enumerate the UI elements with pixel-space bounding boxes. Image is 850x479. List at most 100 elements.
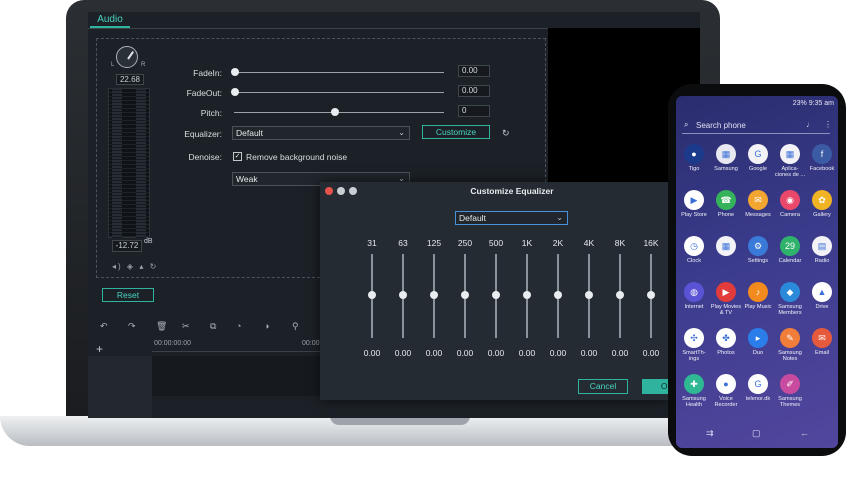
app-folder[interactable]: ▦ bbox=[710, 236, 742, 258]
speaker-icon[interactable]: ◂) bbox=[112, 262, 123, 271]
delete-icon[interactable]: 🗑 bbox=[156, 321, 167, 332]
internet-icon: ◍ bbox=[684, 282, 704, 302]
volume-knob[interactable] bbox=[116, 46, 138, 68]
equalizer-reset-icon[interactable]: ↻ bbox=[502, 128, 510, 139]
eq-band-thumb[interactable] bbox=[461, 291, 469, 299]
eq-band-thumb[interactable] bbox=[616, 291, 624, 299]
more-icon[interactable]: ⋮ bbox=[824, 120, 832, 129]
add-track-icon[interactable]: + bbox=[96, 342, 103, 356]
eq-band-freq: 63 bbox=[398, 238, 408, 248]
app-label: Google bbox=[748, 166, 768, 172]
volume-bottom-value[interactable]: -12.72 bbox=[112, 240, 142, 252]
back-icon[interactable]: ← bbox=[800, 428, 809, 438]
app-voice-recorder[interactable]: ● Voice Recorder bbox=[710, 374, 742, 409]
app-settings[interactable]: ⚙ Settings bbox=[742, 236, 774, 264]
pitch-value[interactable]: 0 bbox=[458, 105, 490, 117]
eq-band-thumb[interactable] bbox=[430, 291, 438, 299]
app-label: Voice Recorder bbox=[714, 396, 738, 409]
drive-icon: ▲ bbox=[812, 282, 832, 302]
eq-band-value: 0.00 bbox=[363, 348, 381, 358]
app-samsung-notes[interactable]: ✎ Samsung Notes bbox=[774, 328, 806, 363]
color-icon[interactable]: ◑ bbox=[264, 321, 269, 331]
phone-icon: ☎ bbox=[716, 190, 736, 210]
volume-top-value[interactable]: 22.68 bbox=[116, 74, 144, 85]
app-label: Drive bbox=[815, 304, 829, 310]
eq-band-thumb[interactable] bbox=[492, 291, 500, 299]
pitch-slider-thumb[interactable] bbox=[331, 108, 339, 116]
app-calendar[interactable]: 29 Calendar bbox=[774, 236, 806, 264]
fadeout-value[interactable]: 0.00 bbox=[458, 85, 490, 97]
app-google-folder[interactable]: G Google bbox=[742, 144, 774, 172]
denoise-checkbox[interactable]: ✓ bbox=[233, 152, 242, 161]
app-camera[interactable]: ◉ Camera bbox=[774, 190, 806, 218]
app-play-music[interactable]: ♪ Play Music bbox=[742, 282, 774, 310]
cut-icon[interactable]: ✂ bbox=[182, 321, 190, 332]
eq-band-thumb[interactable] bbox=[585, 291, 593, 299]
fadein-slider[interactable] bbox=[234, 72, 444, 73]
eq-band-freq: 1K bbox=[521, 238, 533, 248]
waveform-icon[interactable]: ▴ bbox=[139, 262, 145, 271]
app-drive[interactable]: ▲ Drive bbox=[806, 282, 838, 310]
app-clock[interactable]: ◷ Clock bbox=[678, 236, 710, 264]
app-radio[interactable]: ▤ Radio bbox=[806, 236, 838, 264]
eq-band-thumb[interactable] bbox=[647, 291, 655, 299]
eq-band-thumb[interactable] bbox=[554, 291, 562, 299]
app-play-movies[interactable]: ▶ Play Movies & TV bbox=[710, 282, 742, 317]
app-label: telenor.dk bbox=[745, 396, 771, 402]
app-internet[interactable]: ◍ Internet bbox=[678, 282, 710, 310]
fadeout-slider-thumb[interactable] bbox=[231, 88, 239, 96]
customize-button[interactable]: Customize bbox=[422, 125, 490, 139]
equalizer-select[interactable]: Default ⌄ bbox=[232, 126, 410, 140]
app-samsung-health[interactable]: ✚ Samsung Health bbox=[678, 374, 710, 409]
speed-icon[interactable]: ◔ bbox=[236, 321, 241, 331]
eq-band-freq: 250 bbox=[457, 238, 473, 248]
fadein-value[interactable]: 0.00 bbox=[458, 65, 490, 77]
calendar-icon: 29 bbox=[780, 236, 800, 256]
recents-icon[interactable]: ⇉ bbox=[706, 428, 714, 439]
eq-preset-select[interactable]: Default ⌄ bbox=[455, 211, 568, 225]
eq-band-freq: 16K bbox=[643, 238, 659, 248]
app-gallery[interactable]: ✿ Gallery bbox=[806, 190, 838, 218]
app-email[interactable]: ✉ Email bbox=[806, 328, 838, 356]
app-messages[interactable]: ✉ Messages bbox=[742, 190, 774, 218]
settings-icon: ⚙ bbox=[748, 236, 768, 256]
mic-icon[interactable]: ♩ bbox=[806, 120, 814, 129]
target-icon[interactable]: ◈ bbox=[127, 262, 135, 271]
eq-band: 2K 0.00 bbox=[543, 238, 573, 358]
tab-audio[interactable]: Audio bbox=[90, 14, 130, 28]
reset-icon[interactable]: ↻ bbox=[150, 262, 159, 271]
app-tigo[interactable]: ● Tigo bbox=[678, 144, 710, 172]
app-samsung-folder[interactable]: ▦ Samsung bbox=[710, 144, 742, 172]
pitch-slider[interactable] bbox=[234, 112, 444, 113]
reset-button[interactable]: Reset bbox=[102, 288, 154, 302]
app-phone[interactable]: ☎ Phone bbox=[710, 190, 742, 218]
app-telenor[interactable]: Gtelenor.dk bbox=[742, 374, 774, 402]
voice-recorder-icon: ● bbox=[716, 374, 736, 394]
eq-band: 125 0.00 bbox=[419, 238, 449, 358]
app-photos[interactable]: ✤ Photos bbox=[710, 328, 742, 356]
greenscreen-icon[interactable]: ⚲ bbox=[292, 321, 299, 332]
app-samsung-themes[interactable]: ✐ Samsung Themes bbox=[774, 374, 806, 409]
app-duo[interactable]: ▸ Duo bbox=[742, 328, 774, 356]
undo-icon[interactable]: ↶ bbox=[100, 321, 108, 332]
ok-button[interactable]: OK bbox=[642, 379, 668, 394]
home-icon[interactable]: ▢ bbox=[752, 428, 761, 439]
redo-icon[interactable]: ↷ bbox=[128, 321, 136, 332]
cancel-button[interactable]: Cancel bbox=[578, 379, 628, 394]
eq-band-thumb[interactable] bbox=[523, 291, 531, 299]
app-play-store[interactable]: ▶ Play Store bbox=[678, 190, 710, 218]
app-facebook[interactable]: f Facebook bbox=[806, 144, 838, 172]
fadeout-slider[interactable] bbox=[234, 92, 444, 93]
fadein-slider-thumb[interactable] bbox=[231, 68, 239, 76]
phone-search-bar[interactable]: ⌕ Search phone ♩ ⋮ bbox=[682, 118, 832, 134]
crop-icon[interactable]: ⧉ bbox=[210, 321, 216, 332]
eq-band-thumb[interactable] bbox=[399, 291, 407, 299]
app-samsung-members[interactable]: ◆ Samsung Members bbox=[774, 282, 806, 317]
eq-band-thumb[interactable] bbox=[368, 291, 376, 299]
app-label: Phone bbox=[717, 212, 735, 218]
meter-bar-left bbox=[112, 88, 122, 238]
app-smartthings[interactable]: ✣ SmartTh- ings bbox=[678, 328, 710, 363]
app-apps-folder[interactable]: ▦ Aplica- ciones de ... bbox=[774, 144, 806, 179]
customize-equalizer-dialog: Customize Equalizer Default ⌄ 31 0.00 63 0.… bbox=[320, 182, 668, 400]
app-label: Calendar bbox=[778, 258, 802, 264]
